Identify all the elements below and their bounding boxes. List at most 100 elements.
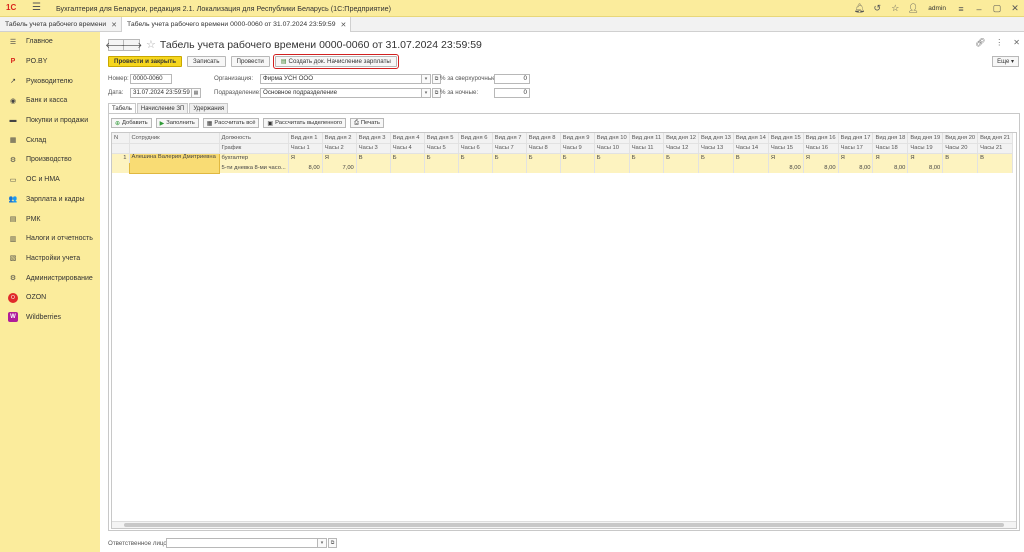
day-kind-cell[interactable]: Б (458, 153, 493, 163)
column-header-day-kind[interactable]: Вид дня 2 (322, 133, 357, 144)
hours-cell[interactable] (629, 163, 665, 173)
favorite-star-icon[interactable]: ☆ (146, 38, 156, 51)
forward-button[interactable]: 🡒 (121, 38, 142, 51)
column-header-day-kind[interactable]: Вид дня 12 (663, 133, 700, 144)
hours-cell[interactable] (594, 163, 630, 173)
day-kind-cell[interactable]: Б (424, 153, 459, 163)
column-header-day-kind[interactable]: Вид дня 11 (629, 133, 665, 144)
day-kind-cell[interactable]: Я (838, 153, 874, 163)
close-tab-icon[interactable]: ✕ (341, 21, 347, 29)
column-header-day-kind[interactable]: Вид дня 21 (977, 133, 1014, 144)
column-header-day-kind[interactable]: Вид дня 7 (492, 133, 527, 144)
column-header-hours[interactable]: Часы 13 (698, 143, 734, 154)
sidebar-item[interactable]: ▧ Настройки учета (0, 249, 100, 269)
more-vertical-icon[interactable]: ⋮ (995, 38, 1003, 47)
scrollbar-thumb[interactable] (124, 523, 1004, 527)
hours-cell[interactable] (698, 163, 734, 173)
column-header-hours[interactable]: Часы 20 (942, 143, 979, 154)
calculate-selected-button[interactable]: ▣ Рассчитать выделенного (263, 118, 347, 128)
hours-cell[interactable]: 8,00 (838, 163, 874, 173)
sidebar-item[interactable]: ⚙ Администрирование (0, 268, 100, 288)
day-kind-cell[interactable]: Я (288, 153, 323, 163)
responsible-field[interactable] (166, 538, 318, 548)
column-header-hours[interactable]: Часы 18 (872, 143, 909, 154)
hours-cell[interactable]: 7,00 (322, 163, 357, 173)
department-field[interactable]: Основное подразделение (260, 87, 422, 98)
day-kind-cell[interactable]: В (356, 153, 391, 163)
hours-cell[interactable]: 8,00 (768, 163, 804, 173)
column-header-hours[interactable]: Часы 14 (733, 143, 769, 154)
maximize-icon[interactable]: ▢ (988, 3, 1006, 14)
sidebar-item[interactable]: O OZON (0, 288, 100, 308)
hours-cell[interactable] (663, 163, 700, 173)
tab-timesheet-list[interactable]: Табель учета рабочего времени ✕ (0, 17, 123, 32)
dropdown-icon[interactable]: ▾ (422, 87, 431, 98)
hours-cell[interactable] (977, 163, 1014, 173)
column-header-hours[interactable]: Часы 9 (560, 143, 595, 154)
position-cell[interactable]: бухгалтер (219, 153, 289, 163)
column-header-hours[interactable]: Часы 2 (322, 143, 357, 154)
column-header-day-kind[interactable]: Вид дня 5 (424, 133, 459, 144)
hours-cell[interactable] (526, 163, 561, 173)
star-icon[interactable]: ☆ (886, 3, 904, 14)
hours-cell[interactable] (390, 163, 425, 173)
column-header-hours[interactable]: Часы 6 (458, 143, 493, 154)
tab-timesheet-document[interactable]: Табель учета рабочего времени 0000-0060 … (122, 17, 352, 32)
day-kind-cell[interactable]: Б (492, 153, 527, 163)
column-header-day-kind[interactable]: Вид дня 3 (356, 133, 391, 144)
link-icon[interactable]: 🔗︎ (975, 38, 985, 47)
hours-cell[interactable] (942, 163, 979, 173)
fill-button[interactable]: ▶ Заполнить (155, 118, 199, 128)
tab-timesheet[interactable]: Табель (108, 103, 136, 113)
column-header-hours[interactable]: Часы 1 (288, 143, 323, 154)
row-number[interactable]: 1 (112, 153, 130, 163)
column-header-day-kind[interactable]: Вид дня 6 (458, 133, 493, 144)
hours-cell[interactable] (424, 163, 459, 173)
hours-cell[interactable] (560, 163, 595, 173)
sidebar-item[interactable]: ↗ Руководителю (0, 71, 100, 91)
hours-cell[interactable]: 8,00 (288, 163, 323, 173)
close-form-icon[interactable]: ✕ (1013, 38, 1020, 47)
day-kind-cell[interactable]: Я (907, 153, 944, 163)
print-button[interactable]: ⎙ Печать (350, 118, 384, 128)
column-header-hours[interactable]: Часы 3 (356, 143, 391, 154)
column-header-hours[interactable]: Часы 8 (526, 143, 561, 154)
sidebar-item[interactable]: ▬ Покупки и продажи (0, 111, 100, 131)
sidebar-item[interactable]: 👥 Зарплата и кадры (0, 190, 100, 210)
day-kind-cell[interactable]: Б (663, 153, 700, 163)
column-header-schedule[interactable]: График (219, 143, 289, 154)
column-header-hours[interactable]: Часы 19 (907, 143, 944, 154)
column-header-day-kind[interactable]: Вид дня 17 (838, 133, 874, 144)
tab-deductions[interactable]: Удержания (189, 103, 229, 113)
horizontal-scrollbar[interactable] (112, 521, 1016, 528)
number-field[interactable]: 0000-0060 (130, 73, 172, 84)
night-percent-field[interactable]: 0 (494, 87, 530, 98)
calculate-all-button[interactable]: ▦ Рассчитать всё (202, 118, 260, 128)
tab-payroll[interactable]: Начисление ЗП (136, 103, 189, 113)
day-kind-cell[interactable]: Я (322, 153, 357, 163)
column-header-day-kind[interactable]: Вид дня 1 (288, 133, 323, 144)
sidebar-item[interactable]: P PO.BY (0, 52, 100, 72)
close-tab-icon[interactable]: ✕ (111, 21, 117, 29)
day-kind-cell[interactable]: Я (872, 153, 909, 163)
day-kind-cell[interactable]: Б (526, 153, 561, 163)
column-header-employee[interactable]: Сотрудник (129, 133, 220, 144)
save-button[interactable]: Записать (187, 56, 226, 67)
history-icon[interactable]: ↺ (868, 3, 886, 14)
column-header-hours[interactable]: Часы 5 (424, 143, 459, 154)
sidebar-item[interactable]: ▭ ОС и НМА (0, 170, 100, 190)
create-payroll-document-button[interactable]: ▤ Создать док. Начисление зарплаты (272, 54, 399, 69)
day-kind-cell[interactable]: В (977, 153, 1014, 163)
column-header-hours[interactable]: Часы 7 (492, 143, 527, 154)
column-header-day-kind[interactable]: Вид дня 18 (872, 133, 909, 144)
column-header-hours[interactable]: Часы 12 (663, 143, 700, 154)
sidebar-item[interactable]: ▥ Налоги и отчетность (0, 229, 100, 249)
hours-cell[interactable] (458, 163, 493, 173)
timesheet-table[interactable]: N Сотрудник Должность Вид дня 1 Вид дня 2… (111, 132, 1017, 529)
user-icon[interactable]: 👤︎ (904, 3, 922, 14)
post-button[interactable]: Провести (230, 56, 270, 67)
dropdown-icon[interactable]: ▾ (422, 73, 431, 84)
column-header-day-kind[interactable]: Вид дня 10 (594, 133, 630, 144)
bell-icon[interactable]: 🔔︎ (850, 3, 868, 14)
hours-cell[interactable]: 8,00 (803, 163, 839, 173)
